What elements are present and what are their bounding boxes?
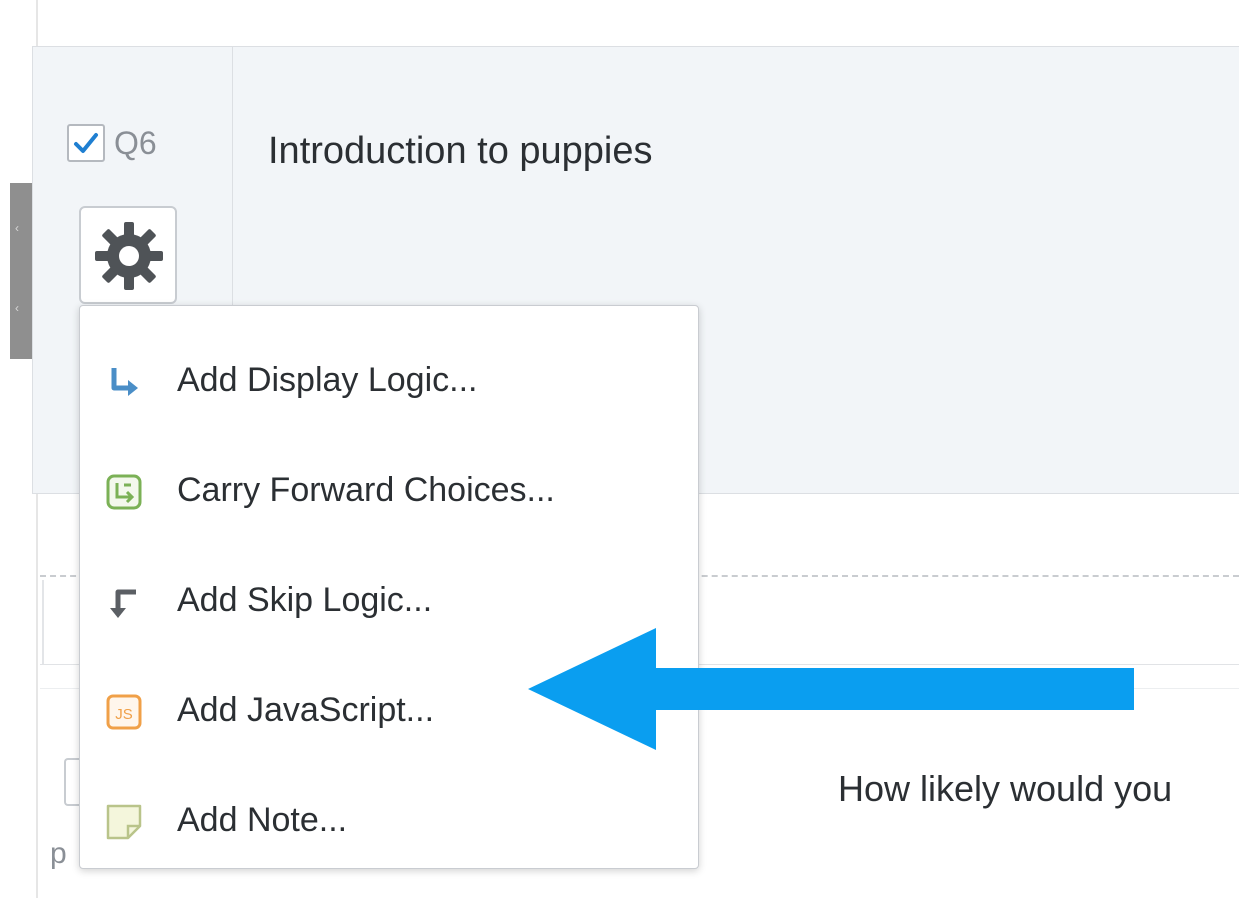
skip-logic-icon — [110, 589, 136, 618]
chevron-down-icon: ‹ — [15, 301, 19, 315]
next-question-title[interactable]: How likely would you — [838, 768, 1172, 810]
annotation-arrow-icon — [528, 628, 1134, 750]
side-collapse-tab[interactable]: ‹ ‹ — [10, 183, 32, 359]
question-settings-menu: Add Display Logic... Carry Forward Choic… — [79, 305, 699, 869]
svg-text:JS: JS — [115, 706, 133, 723]
chevron-up-icon: ‹ — [15, 221, 19, 235]
display-logic-icon — [111, 368, 138, 396]
javascript-icon: JS — [106, 694, 142, 730]
menu-item-add-note[interactable]: Add Note... — [80, 782, 698, 862]
question-select-checkbox[interactable] — [67, 124, 105, 162]
block-edge — [18, 580, 44, 670]
menu-item-label: Carry Forward Choices... — [177, 471, 555, 509]
menu-item-label: Add JavaScript... — [177, 691, 435, 729]
question-title[interactable]: Introduction to puppies — [268, 129, 653, 173]
survey-editor: ‹ ‹ Q6 Introduction to puppies p How lik… — [0, 0, 1239, 898]
checkmark-icon — [74, 133, 98, 153]
carry-forward-icon — [106, 474, 142, 510]
note-icon — [106, 804, 142, 840]
menu-item-label: Add Display Logic... — [177, 361, 478, 399]
menu-item-add-display-logic[interactable]: Add Display Logic... — [80, 342, 698, 422]
question-settings-button[interactable] — [79, 206, 177, 304]
question-number: Q6 — [114, 125, 157, 161]
gear-icon — [95, 222, 163, 290]
menu-item-label: Add Note... — [177, 801, 348, 839]
next-question-label-fragment: p — [50, 837, 67, 870]
menu-item-carry-forward-choices[interactable]: Carry Forward Choices... — [80, 452, 698, 532]
menu-item-label: Add Skip Logic... — [177, 581, 433, 619]
